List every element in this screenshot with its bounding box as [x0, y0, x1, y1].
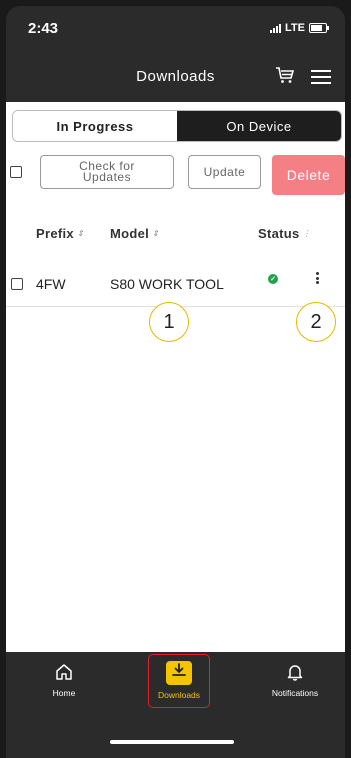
sort-icon: ⇕	[152, 229, 160, 238]
column-options-icon: ⋮	[302, 229, 311, 238]
signal-icon	[270, 23, 282, 33]
downloads-panel: In Progress On Device Check for Updates …	[6, 102, 345, 652]
status-indicators: LTE	[270, 22, 329, 34]
row-prefix: 4FW	[36, 276, 66, 292]
download-icon	[166, 661, 192, 685]
action-toolbar: Check for Updates Update Delete	[6, 152, 345, 196]
select-all-checkbox[interactable]	[10, 166, 22, 178]
row-checkbox[interactable]	[11, 278, 23, 290]
nav-downloads[interactable]: Downloads	[148, 654, 210, 708]
table-row[interactable]: 4FW S80 WORK TOOL ✓	[6, 262, 345, 307]
nav-notifications-label: Notifications	[271, 688, 319, 698]
callout-marker-2: 2	[296, 302, 336, 342]
home-icon	[56, 664, 72, 680]
sort-icon: ⇕	[76, 229, 84, 238]
column-header-model[interactable]: Model ⇕	[110, 226, 159, 241]
battery-icon	[309, 23, 329, 33]
delete-button[interactable]: Delete	[272, 155, 345, 195]
bell-icon	[287, 665, 303, 681]
status-bar: 2:43 LTE	[6, 6, 345, 52]
status-check-icon: ✓	[268, 274, 278, 284]
nav-home-label: Home	[52, 688, 76, 698]
nav-downloads-label: Downloads	[157, 690, 201, 700]
tab-on-device[interactable]: On Device	[177, 111, 341, 141]
app-header: Downloads	[6, 52, 345, 102]
home-indicator[interactable]	[110, 740, 234, 744]
row-more-options-icon[interactable]	[311, 270, 323, 286]
update-button[interactable]: Update	[188, 155, 261, 189]
table-header: Prefix ⇕ Model ⇕ Status ⋮	[6, 226, 345, 246]
phone-screen: 2:43 LTE Downloads In Progress On Device…	[6, 6, 345, 758]
network-label: LTE	[285, 22, 305, 34]
check-for-updates-button[interactable]: Check for Updates	[40, 155, 174, 189]
status-time: 2:43	[28, 20, 59, 37]
callout-marker-1: 1	[149, 302, 189, 342]
nav-notifications[interactable]: Notifications	[264, 662, 326, 698]
nav-home[interactable]: Home	[44, 662, 84, 698]
tab-switcher: In Progress On Device	[12, 110, 342, 142]
tab-in-progress[interactable]: In Progress	[13, 111, 177, 141]
column-header-status[interactable]: Status ⋮	[258, 226, 311, 241]
row-model: S80 WORK TOOL	[110, 276, 224, 292]
cart-icon[interactable]	[275, 66, 295, 89]
hamburger-menu-icon[interactable]	[311, 70, 331, 84]
column-header-prefix[interactable]: Prefix ⇕	[36, 226, 84, 241]
